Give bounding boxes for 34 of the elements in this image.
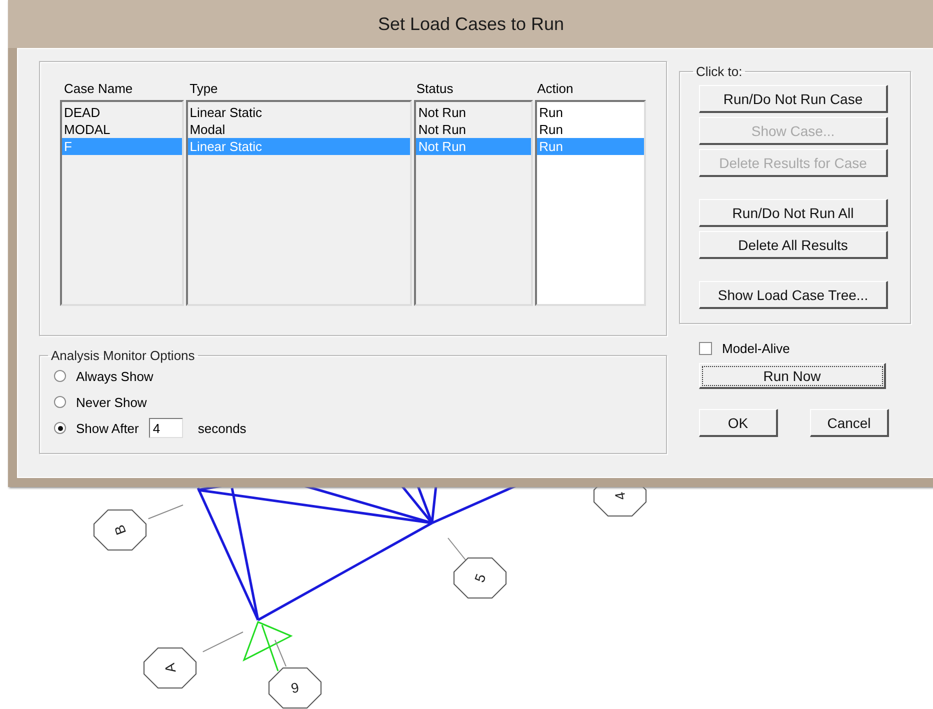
table-cell[interactable]: DEAD [62, 104, 182, 121]
window-title: Set Load Cases to Run [378, 14, 564, 34]
group-label: Analysis Monitor Options [50, 348, 196, 363]
table-cell[interactable]: Not Run [416, 121, 532, 138]
table-cell[interactable]: Modal [188, 121, 410, 138]
seconds-input-field[interactable]: 4 [148, 418, 183, 438]
radio-label[interactable]: Always Show [76, 368, 154, 384]
grid-bubble: A [144, 632, 244, 688]
support-drawing [242, 621, 293, 672]
column-header: Status [415, 80, 454, 96]
checkbox-label[interactable]: Model-Alive [722, 340, 790, 356]
radio-button[interactable] [54, 370, 66, 382]
column-header: Type [188, 80, 219, 96]
action-button[interactable]: Run/Do Not Run All [699, 199, 888, 227]
radio-label[interactable]: Never Show [76, 394, 147, 410]
column-header: Case Name [63, 80, 134, 96]
ok-button[interactable]: OK [699, 409, 778, 437]
run-now-button[interactable]: Run Now [699, 363, 886, 389]
cancel-button[interactable]: Cancel [810, 409, 889, 437]
radio-button[interactable] [54, 422, 66, 434]
action-button[interactable]: Show Load Case Tree... [699, 281, 888, 309]
radio-button[interactable] [54, 396, 66, 408]
table-cell[interactable]: MODAL [62, 121, 182, 138]
table-cell[interactable]: Linear Static [188, 104, 410, 121]
table-cell[interactable]: Run [537, 121, 644, 138]
checkbox[interactable] [699, 342, 712, 354]
action-button[interactable]: Run/Do Not Run Case [699, 85, 888, 113]
group-label: Click to: [695, 64, 744, 79]
table-cell[interactable]: Run [537, 104, 644, 121]
action-button[interactable]: Delete All Results [699, 231, 888, 259]
table-cell[interactable]: Not Run [416, 104, 532, 121]
column-header: Action [536, 80, 574, 96]
radio-label[interactable]: Show After [76, 420, 139, 436]
unit-label: seconds [198, 420, 246, 436]
